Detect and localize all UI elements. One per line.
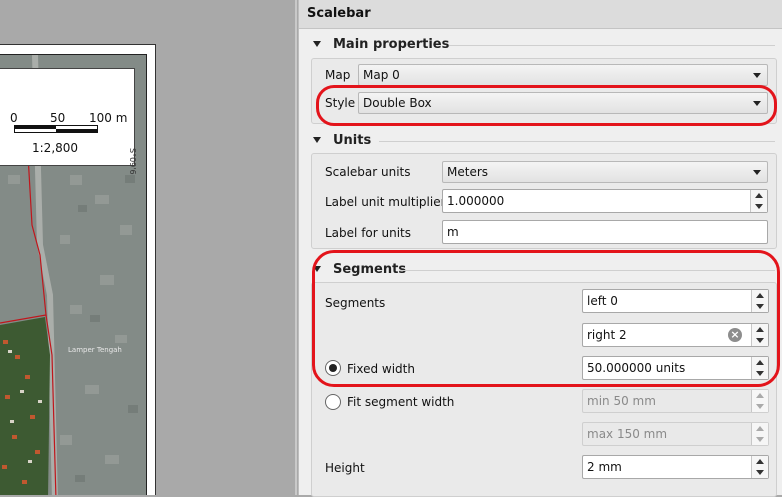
fit-segment-width-label: Fit segment width — [347, 395, 455, 409]
item-properties-panel: Scalebar Main properties Map Map 0 Style… — [298, 0, 782, 497]
label-for-units-label: Label for units — [325, 226, 412, 240]
max-width-spinbox[interactable]: max 150 mm — [582, 422, 769, 446]
min-width-spinbox[interactable]: min 50 mm — [582, 389, 769, 413]
height-spinbox[interactable]: 2 mm — [582, 455, 769, 479]
scalebar-graphic — [14, 125, 98, 133]
scalebar-item[interactable]: 0 50 100 m 1:2,800 — [0, 68, 135, 166]
highlight-segments-annotation — [312, 250, 780, 387]
place-label: Lamper Tengah — [68, 346, 122, 354]
spin-buttons[interactable] — [751, 390, 768, 412]
scalebar-ratio: 1:2,800 — [32, 141, 79, 155]
label-unit-multiplier-spinbox[interactable]: 1.000000 — [442, 189, 768, 213]
scalebar-units-combobox[interactable]: Meters — [442, 161, 768, 183]
highlight-style-annotation — [316, 85, 777, 126]
map-canvas[interactable]: 0 50 100 m 1:2,800 S°09'6 Lamper Tengah — [0, 0, 290, 495]
splitter-handle[interactable] — [295, 0, 297, 495]
scalebar-tick-50: 50 — [50, 111, 66, 125]
spin-buttons[interactable] — [751, 456, 768, 478]
chevron-down-icon — [753, 170, 761, 175]
collapse-arrow-icon — [313, 137, 321, 143]
scalebar-tick-100: 100 m — [89, 111, 128, 125]
spin-buttons[interactable] — [750, 190, 767, 212]
scalebar-units-label: Scalebar units — [325, 165, 411, 179]
scalebar-tick-0: 0 — [10, 111, 18, 125]
spin-buttons[interactable] — [751, 423, 768, 445]
map-combobox[interactable]: Map 0 — [358, 64, 768, 86]
units-header[interactable]: Units — [313, 133, 371, 148]
panel-title-bar: Scalebar — [299, 0, 782, 29]
label-unit-multiplier-label: Label unit multiplier — [325, 195, 446, 209]
fit-segment-width-radio[interactable] — [325, 394, 341, 410]
panel-title: Scalebar — [307, 6, 371, 21]
label-for-units-input[interactable]: m — [442, 220, 768, 244]
coordinate-label: S°09'6 — [128, 148, 137, 175]
map-label: Map — [325, 68, 351, 82]
height-label: Height — [325, 461, 365, 475]
main-properties-header[interactable]: Main properties — [313, 37, 449, 52]
collapse-arrow-icon — [313, 41, 321, 47]
chevron-down-icon — [753, 73, 761, 78]
